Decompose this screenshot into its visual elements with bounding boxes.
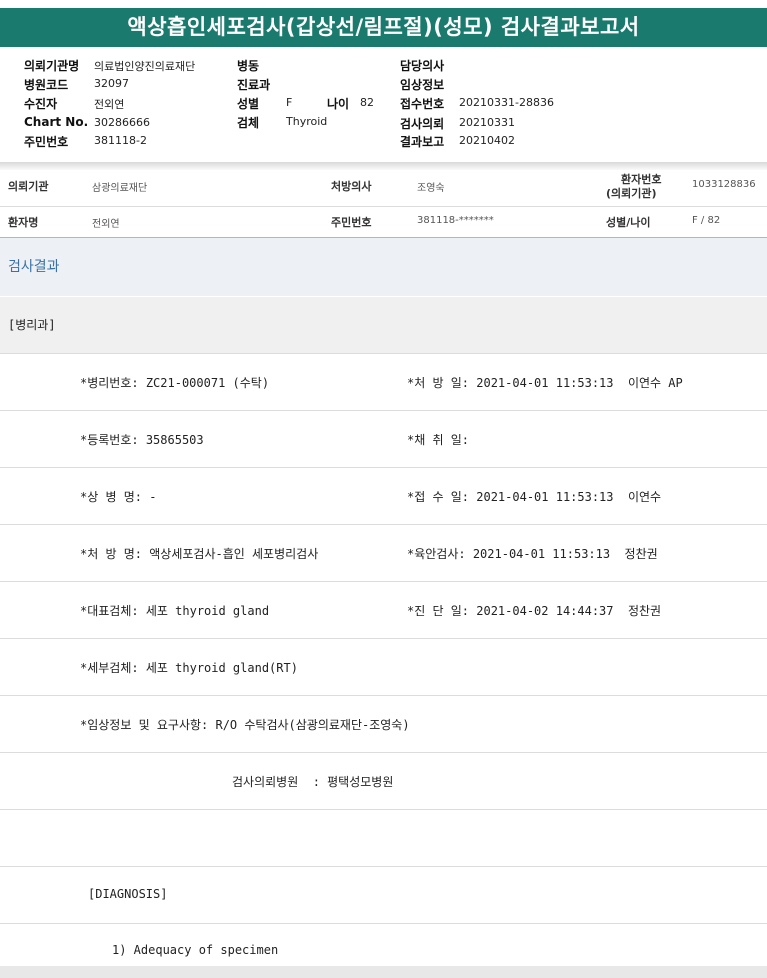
diagnosis-heading: [DIAGNOSIS]	[88, 887, 168, 901]
header-label-org: 의뢰기관명	[24, 59, 80, 73]
patient-info-table: 의뢰기관 삼광의료재단 처방의사 조영숙 환자번호 (의뢰기관) 1033128…	[0, 170, 767, 239]
info-value-org: 삼광의료재단	[92, 183, 148, 194]
report-field-pathology-no: *병리번호: ZC21-000071 (수탁)	[80, 376, 270, 390]
header-value-hospital-code: 32097	[94, 77, 129, 90]
report-field-gross-exam: *육안검사: 2021-04-01 11:53:13 정찬권	[407, 547, 658, 561]
report-row: *병리번호: ZC21-000071 (수탁) *처 방 일: 2021-04-…	[0, 354, 767, 411]
report-field-order-date: *처 방 일: 2021-04-01 11:53:13 이연수 AP	[407, 376, 683, 390]
report-field-main-specimen: *대표검체: 세포 thyroid gland	[80, 604, 270, 618]
report-field-registration-no: *등록번호: 35865503	[80, 433, 204, 447]
report-field-sub-specimen: *세부검체: 세포 thyroid gland(RT)	[80, 661, 298, 675]
report-field-diagnosis-date: *진 단 일: 2021-04-02 14:44:37 정찬권	[407, 604, 662, 618]
header-label-doctor: 담당의사	[400, 59, 445, 73]
report-row: *등록번호: 35865503 *채 취 일:	[0, 411, 767, 468]
header-label-rrn: 주민번호	[24, 135, 69, 149]
info-value-sex-age: F / 82	[692, 215, 721, 226]
section-title-results: 검사결과	[0, 238, 767, 296]
report-header: 의뢰기관명 의료법인양진의료재단 병원코드 32097 수진자 전외연 Char…	[0, 50, 767, 162]
header-value-rrn: 381118-2	[94, 134, 147, 147]
report-field-receipt-date: *접 수 일: 2021-04-01 11:53:13 이연수	[407, 490, 662, 504]
report-row: 1) Adequacy of specimen	[0, 924, 767, 966]
report-row: *세부검체: 세포 thyroid gland(RT)	[0, 639, 767, 696]
report-field-collection-date: *채 취 일:	[407, 433, 470, 447]
info-label-sex-age: 성별/나이	[606, 216, 651, 229]
header-label-hospital-code: 병원코드	[24, 78, 69, 92]
report-field-diagnosis-name: *상 병 명: -	[80, 490, 157, 504]
report-row-empty	[0, 810, 767, 867]
patient-info-row-divider	[0, 206, 767, 207]
header-value-examinee: 전외연	[94, 98, 125, 111]
header-value-org: 의료법인양진의료재단	[94, 60, 196, 73]
info-label-rrn: 주민번호	[331, 216, 372, 229]
header-value-accession-no: 20210331-28836	[459, 96, 554, 109]
info-label-patient-no-org: (의뢰기관)	[606, 187, 657, 200]
header-label-chart-no: Chart No.	[24, 115, 89, 129]
info-value-name: 전외연	[92, 219, 120, 230]
header-value-report-date: 20210402	[459, 134, 515, 147]
report-field-order-name: *처 방 명: 액상세포검사-흡인 세포병리검사	[80, 547, 319, 561]
report-row: [DIAGNOSIS]	[0, 867, 767, 924]
report-row: 검사의뢰병원 : 평택성모병원	[0, 753, 767, 810]
report-row: *임상정보 및 요구사항: R/O 수탁검사(삼광의료재단-조영숙)	[0, 696, 767, 753]
header-value-request-date: 20210331	[459, 116, 515, 129]
header-value-sex: F	[286, 96, 293, 109]
report-title: 액상흡인세포검사(갑상선/림프절)(성모) 검사결과보고서	[0, 8, 767, 47]
info-label-name: 환자명	[8, 216, 39, 229]
info-value-rrn: 381118-*******	[417, 215, 494, 226]
header-value-chart-no: 30286666	[94, 116, 150, 129]
report-row: *상 병 명: - *접 수 일: 2021-04-01 11:53:13 이연…	[0, 468, 767, 525]
header-label-age: 나이	[327, 97, 350, 111]
report-field-clinical-request: *임상정보 및 요구사항: R/O 수탁검사(삼광의료재단-조영숙)	[80, 718, 410, 732]
header-label-ward: 병동	[237, 59, 260, 73]
header-label-accession-no: 접수번호	[400, 97, 445, 111]
header-value-age: 82	[360, 96, 374, 109]
diagnosis-item: 1) Adequacy of specimen	[112, 943, 279, 957]
header-label-dept: 진료과	[237, 78, 271, 92]
header-label-specimen: 검체	[237, 116, 260, 130]
info-value-doctor: 조영숙	[417, 183, 445, 194]
header-label-request-date: 검사의뢰	[400, 117, 445, 131]
scroll-edge	[0, 966, 767, 978]
report-row: *대표검체: 세포 thyroid gland *진 단 일: 2021-04-…	[0, 582, 767, 639]
info-value-patient-no: 1033128836	[692, 179, 756, 190]
header-value-specimen: Thyroid	[286, 115, 328, 128]
info-label-doctor: 처방의사	[331, 180, 372, 193]
info-label-org: 의뢰기관	[8, 180, 49, 193]
header-divider	[0, 162, 767, 170]
header-label-sex: 성별	[237, 97, 260, 111]
header-label-report-date: 결과보고	[400, 135, 445, 149]
report-field-requesting-hospital: 검사의뢰병원 : 평택성모병원	[232, 775, 394, 789]
report-row: *처 방 명: 액상세포검사-흡인 세포병리검사 *육안검사: 2021-04-…	[0, 525, 767, 582]
header-label-examinee: 수진자	[24, 97, 58, 111]
header-label-clinical-info: 임상정보	[400, 78, 445, 92]
department-label: [병리과]	[0, 297, 767, 354]
